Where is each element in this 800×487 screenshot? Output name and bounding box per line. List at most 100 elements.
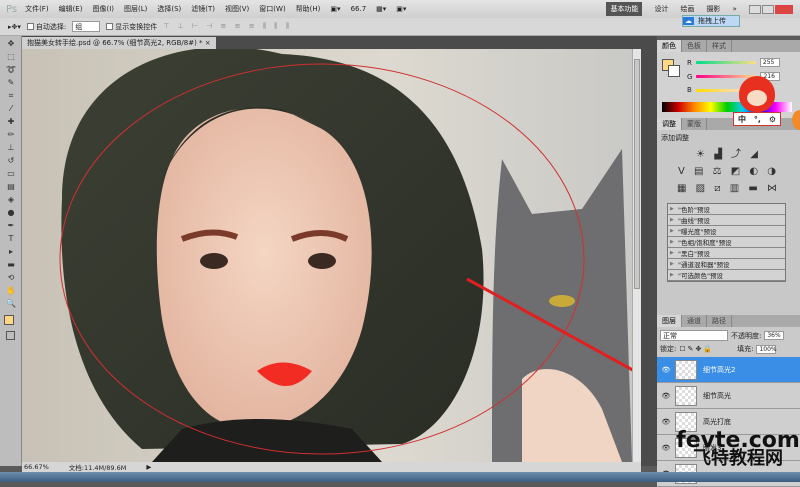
arrange-icon[interactable]: ▦▾ (376, 5, 386, 13)
workspace-painting[interactable]: 绘画 (680, 4, 694, 14)
hand-tool-icon[interactable]: ✋ (5, 286, 17, 296)
preset-list[interactable]: "色阶"预设 "曲线"预设 "曝光度"预设 "色相/饱和度"预设 "黑白"预设 … (667, 203, 786, 282)
layer-name: 细节高光 (703, 391, 731, 400)
lock-icons[interactable]: ☐✎✥🔒 (679, 345, 714, 353)
zoom-level[interactable]: 66.67% (24, 463, 49, 471)
lasso-tool-icon[interactable]: ➰ (5, 65, 17, 75)
layer-row[interactable]: 👁 细节高光 (657, 383, 800, 409)
tab-styles[interactable]: 样式 (707, 40, 732, 52)
ime-settings-icon[interactable]: ⚙ (769, 115, 776, 124)
workspace-design[interactable]: 设计 (654, 4, 668, 14)
preset-channel-mixer[interactable]: "通道混和器"预设 (668, 259, 785, 270)
healing-tool-icon[interactable]: ✚ (5, 117, 17, 127)
layer-name: 细节高光2 (703, 365, 736, 374)
eye-icon[interactable]: 👁 (657, 444, 675, 452)
move-tool-icon[interactable]: ✥ (5, 39, 17, 49)
stamp-tool-icon[interactable]: ⊥ (5, 143, 17, 153)
history-brush-icon[interactable]: ↺ (5, 156, 17, 166)
type-tool-icon[interactable]: T (5, 234, 17, 244)
menu-filter[interactable]: 滤镜(T) (191, 4, 215, 14)
brush-tool-icon[interactable]: ✏ (5, 130, 17, 140)
preset-selective-color[interactable]: "可选颜色"预设 (668, 270, 785, 281)
upload-button[interactable]: ☁ 拖拽上传 (682, 15, 740, 27)
eye-icon[interactable]: 👁 (657, 418, 675, 426)
document-canvas[interactable] (22, 49, 632, 462)
status-menu-arrow[interactable]: ▶ (146, 463, 151, 471)
ime-mascot[interactable]: 中 °, ⚙ (733, 76, 781, 140)
status-bar: 66.67% 文档:11.4M/89.6M ▶ (22, 462, 641, 472)
preset-curves[interactable]: "曲线"预设 (668, 215, 785, 226)
crop-tool-icon[interactable]: ⌗ (5, 91, 17, 101)
align-icons[interactable]: ⊤ ⊥ ⊢ ⊣ ≡ ≡ ≡ ⫼ ⫼ ⫼ (163, 22, 292, 31)
opacity-field[interactable]: 36% (764, 331, 785, 340)
auto-select-dropdown[interactable]: 组 (72, 21, 101, 32)
marquee-tool-icon[interactable]: ⬚ (5, 52, 17, 62)
path-select-icon[interactable]: ▸ (5, 247, 17, 257)
preset-hue-saturation[interactable]: "色相/饱和度"预设 (668, 237, 785, 248)
menu-window[interactable]: 窗口(W) (259, 4, 285, 14)
fill-label: 填充: (737, 345, 754, 353)
menu-select[interactable]: 选择(S) (157, 4, 181, 14)
document-tab[interactable]: 抱猫美女转手绘.psd @ 66.7% (细节高光2, RGB/8#) * × (22, 37, 216, 49)
shape-tool-icon[interactable]: ▬ (5, 260, 17, 270)
toolbox: ✥ ⬚ ➰ ✎ ⌗ ⁄ ✚ ✏ ⊥ ↺ ▭ ▤ ◈ ● ✒ T ▸ ▬ ⟲ ✋ … (0, 36, 22, 466)
extras-icon[interactable]: ▣▾ (396, 5, 406, 13)
menu-view[interactable]: 视图(V) (225, 4, 249, 14)
blend-mode-dropdown[interactable]: 正常 (660, 330, 728, 341)
layer-row[interactable]: 👁 细节高光2 (657, 357, 800, 383)
menu-help[interactable]: 帮助(H) (296, 4, 321, 14)
tab-masks[interactable]: 蒙版 (682, 118, 707, 130)
blur-tool-icon[interactable]: ◈ (5, 195, 17, 205)
show-transform-label: 显示变换控件 (115, 22, 158, 31)
menu-edit[interactable]: 编辑(E) (59, 4, 83, 14)
tab-layers[interactable]: 图层 (657, 315, 682, 327)
r-value[interactable]: 255 (759, 58, 780, 67)
zoom-tool-icon[interactable]: 🔍 (5, 299, 17, 309)
restore-button[interactable] (761, 4, 774, 14)
minimize-button[interactable] (748, 4, 761, 14)
zoom-select[interactable]: 66.7 (351, 5, 367, 13)
dodge-tool-icon[interactable]: ● (5, 208, 17, 218)
auto-select-checkbox[interactable] (26, 23, 34, 30)
scroll-thumb[interactable] (634, 59, 640, 289)
eraser-tool-icon[interactable]: ▭ (5, 169, 17, 179)
screen-mode-icon[interactable]: ▣▾ (330, 5, 340, 13)
workspace-essentials[interactable]: 基本功能 (606, 2, 643, 16)
eyedropper-tool-icon[interactable]: ⁄ (5, 104, 17, 114)
menu-file[interactable]: 文件(F) (25, 4, 49, 14)
document-tab-bar: 抱猫美女转手绘.psd @ 66.7% (细节高光2, RGB/8#) * × (22, 36, 657, 49)
tab-color[interactable]: 颜色 (657, 40, 682, 52)
quick-mask-icon[interactable] (6, 331, 15, 340)
pen-tool-icon[interactable]: ✒ (5, 221, 17, 231)
vertical-scrollbar[interactable] (632, 49, 641, 462)
tab-adjustments[interactable]: 调整 (657, 118, 682, 130)
3d-tool-icon[interactable]: ⟲ (5, 273, 17, 283)
background-swatch[interactable] (668, 65, 680, 77)
fill-field[interactable]: 100% (756, 344, 777, 354)
tab-swatches[interactable]: 色板 (682, 40, 707, 52)
workspace-photography[interactable]: 摄影 (706, 4, 720, 14)
gradient-tool-icon[interactable]: ▤ (5, 182, 17, 192)
ime-chinese-toggle[interactable]: 中 (738, 114, 746, 125)
r-slider[interactable] (695, 61, 756, 64)
ime-toolbar[interactable]: 中 °, ⚙ (733, 112, 781, 126)
tab-paths[interactable]: 路径 (707, 315, 732, 327)
preset-black-white[interactable]: "黑白"预设 (668, 248, 785, 259)
preset-exposure[interactable]: "曝光度"预设 (668, 226, 785, 237)
eye-icon[interactable]: 👁 (657, 392, 675, 400)
workspace-more[interactable]: » (732, 5, 736, 13)
ime-punct-toggle[interactable]: °, (754, 115, 761, 124)
adjustment-icons[interactable]: ☀ ▟ ⤴ ◢ V ▤ ⚖ ◩ ◐ ◑ ▦ ▨ ⧄ ▥ ▬ ⋈ (657, 146, 800, 197)
menu-layer[interactable]: 图层(L) (124, 4, 147, 14)
close-button[interactable] (774, 4, 793, 14)
menu-image[interactable]: 图像(I) (92, 4, 114, 14)
eye-icon[interactable]: 👁 (657, 366, 675, 374)
move-tool-icon[interactable]: ▸✥▾ (8, 23, 21, 31)
foreground-color-swatch[interactable] (4, 315, 14, 325)
preset-levels[interactable]: "色阶"预设 (668, 204, 785, 215)
tab-channels[interactable]: 通道 (682, 315, 707, 327)
quick-select-tool-icon[interactable]: ✎ (5, 78, 17, 88)
cloud-icon: ☁ (683, 17, 694, 25)
show-transform-checkbox[interactable] (106, 23, 114, 30)
doc-size[interactable]: 文档:11.4M/89.6M (69, 462, 127, 472)
